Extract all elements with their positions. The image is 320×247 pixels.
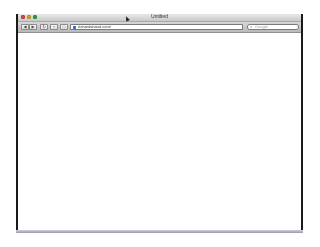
page-content[interactable] bbox=[18, 33, 301, 232]
address-url[interactable]: richardshand.com/ bbox=[78, 25, 111, 29]
search-placeholder: Google bbox=[255, 24, 268, 29]
title-bar: Untitled bbox=[18, 14, 301, 22]
window-title: Untitled bbox=[151, 14, 168, 20]
search-icon: ⌕ bbox=[250, 24, 253, 29]
add-bookmark-button[interactable]: + bbox=[50, 24, 58, 30]
back-button[interactable]: ◀ bbox=[21, 24, 29, 30]
forward-button[interactable]: ▶ bbox=[29, 24, 37, 30]
browser-toolbar: ◀ ▶ ↻ + □ richardshand.com/ ⌕ Google bbox=[18, 22, 301, 33]
search-field[interactable]: ⌕ Google bbox=[247, 24, 299, 30]
browser-window: Untitled ◀ ▶ ↻ + □ richardshand.com/ ⌕ G… bbox=[16, 14, 303, 233]
bookmarks-button[interactable]: □ bbox=[60, 24, 68, 30]
favicon-icon bbox=[73, 26, 76, 29]
reload-button[interactable]: ↻ bbox=[40, 24, 48, 30]
screen: Untitled ◀ ▶ ↻ + □ richardshand.com/ ⌕ G… bbox=[0, 0, 320, 247]
address-bar[interactable]: richardshand.com/ bbox=[70, 24, 243, 30]
